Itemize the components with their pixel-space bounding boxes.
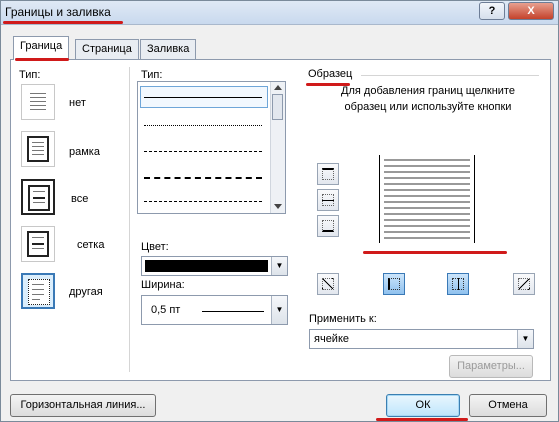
preview-sample-highlight: [363, 251, 507, 254]
preview-label: Образец: [308, 68, 353, 80]
preset-all-label: все: [71, 193, 89, 205]
scroll-up-icon[interactable]: [274, 85, 282, 90]
preset-grid-icon: [27, 231, 49, 257]
color-label: Цвет:: [141, 241, 169, 253]
preset-grid-label: сетка: [77, 239, 105, 251]
cancel-button[interactable]: Отмена: [469, 394, 547, 417]
preset-box-label: рамка: [69, 146, 100, 158]
width-select[interactable]: 0,5 пт ▼: [141, 295, 288, 325]
preview-label-rule: [361, 75, 539, 76]
tab-page-border[interactable]: Страница: [75, 39, 139, 59]
tab-borders[interactable]: Граница: [13, 36, 70, 60]
border-diag-down-button[interactable]: [513, 273, 535, 295]
line-style-dotted[interactable]: [144, 125, 262, 126]
preset-all[interactable]: [21, 179, 55, 215]
color-swatch: [145, 260, 268, 272]
color-dropdown-icon[interactable]: ▼: [271, 257, 287, 275]
width-line-sample: [202, 311, 264, 312]
line-style-dashed[interactable]: [144, 177, 262, 179]
line-style-scrollbar[interactable]: [270, 82, 285, 213]
preset-box[interactable]: [21, 131, 55, 167]
preset-grid[interactable]: [21, 226, 55, 262]
borders-and-shading-dialog: Границы и заливка ? X Граница Страница З…: [0, 0, 559, 422]
width-label: Ширина:: [141, 279, 185, 291]
preview-hint: Для добавления границ щелкните образец и…: [341, 85, 515, 113]
preset-none[interactable]: [21, 84, 55, 120]
scroll-down-icon[interactable]: [274, 204, 282, 209]
preset-none-label: нет: [69, 97, 86, 109]
preset-custom[interactable]: [21, 273, 55, 309]
border-top-button[interactable]: [317, 163, 339, 185]
preset-all-icon: [28, 185, 50, 211]
border-diag-up-button[interactable]: [317, 273, 339, 295]
apply-to-value: ячейке: [314, 333, 350, 345]
preset-custom-label: другая: [69, 286, 103, 298]
ok-button[interactable]: ОК: [386, 394, 460, 417]
border-top-icon: [322, 168, 334, 180]
border-left-icon: [388, 278, 400, 290]
preset-none-icon: [27, 89, 49, 115]
preset-custom-icon: [28, 279, 50, 305]
tab-highlight: [15, 58, 69, 61]
apply-to-label: Применить к:: [309, 313, 377, 325]
style-label: Тип:: [141, 69, 163, 81]
border-inside-v-button[interactable]: [447, 273, 469, 295]
preview-section: Образец Для добавления границ щелкните о…: [299, 65, 541, 378]
apply-to-select[interactable]: ячейке ▼: [309, 329, 534, 349]
preview-text-lines: [384, 159, 470, 239]
width-value: 0,5 пт: [151, 304, 181, 316]
border-bottom-button[interactable]: [317, 215, 339, 237]
dialog-title: Границы и заливка: [5, 5, 111, 19]
border-inside-v-icon: [452, 278, 464, 290]
border-inside-h-icon: [322, 194, 334, 206]
help-button[interactable]: ?: [479, 2, 505, 20]
color-picker[interactable]: ▼: [141, 256, 288, 276]
options-button[interactable]: Параметры...: [449, 355, 533, 378]
title-highlight: [3, 21, 123, 24]
preview-sample[interactable]: [379, 155, 475, 243]
column-divider: [129, 67, 130, 372]
horizontal-line-button[interactable]: Горизонтальная линия...: [10, 394, 156, 417]
width-dropdown-icon[interactable]: ▼: [271, 296, 287, 324]
diag-down-icon: [518, 278, 530, 290]
setting-label: Тип:: [19, 69, 41, 81]
scroll-thumb[interactable]: [272, 94, 283, 120]
line-style-dashed-short[interactable]: [144, 151, 262, 152]
line-style-dash-dot[interactable]: [144, 201, 262, 202]
preset-box-icon: [27, 136, 49, 162]
diag-up-icon: [322, 278, 334, 290]
tab-shading[interactable]: Заливка: [140, 39, 197, 59]
border-bottom-icon: [322, 220, 334, 232]
close-button[interactable]: X: [508, 2, 554, 20]
line-style-solid[interactable]: [144, 97, 262, 98]
line-style-list[interactable]: [137, 81, 286, 214]
border-inside-h-button[interactable]: [317, 189, 339, 211]
border-left-button[interactable]: [383, 273, 405, 295]
ok-highlight: [376, 418, 468, 421]
apply-to-dropdown-icon[interactable]: ▼: [517, 330, 533, 348]
